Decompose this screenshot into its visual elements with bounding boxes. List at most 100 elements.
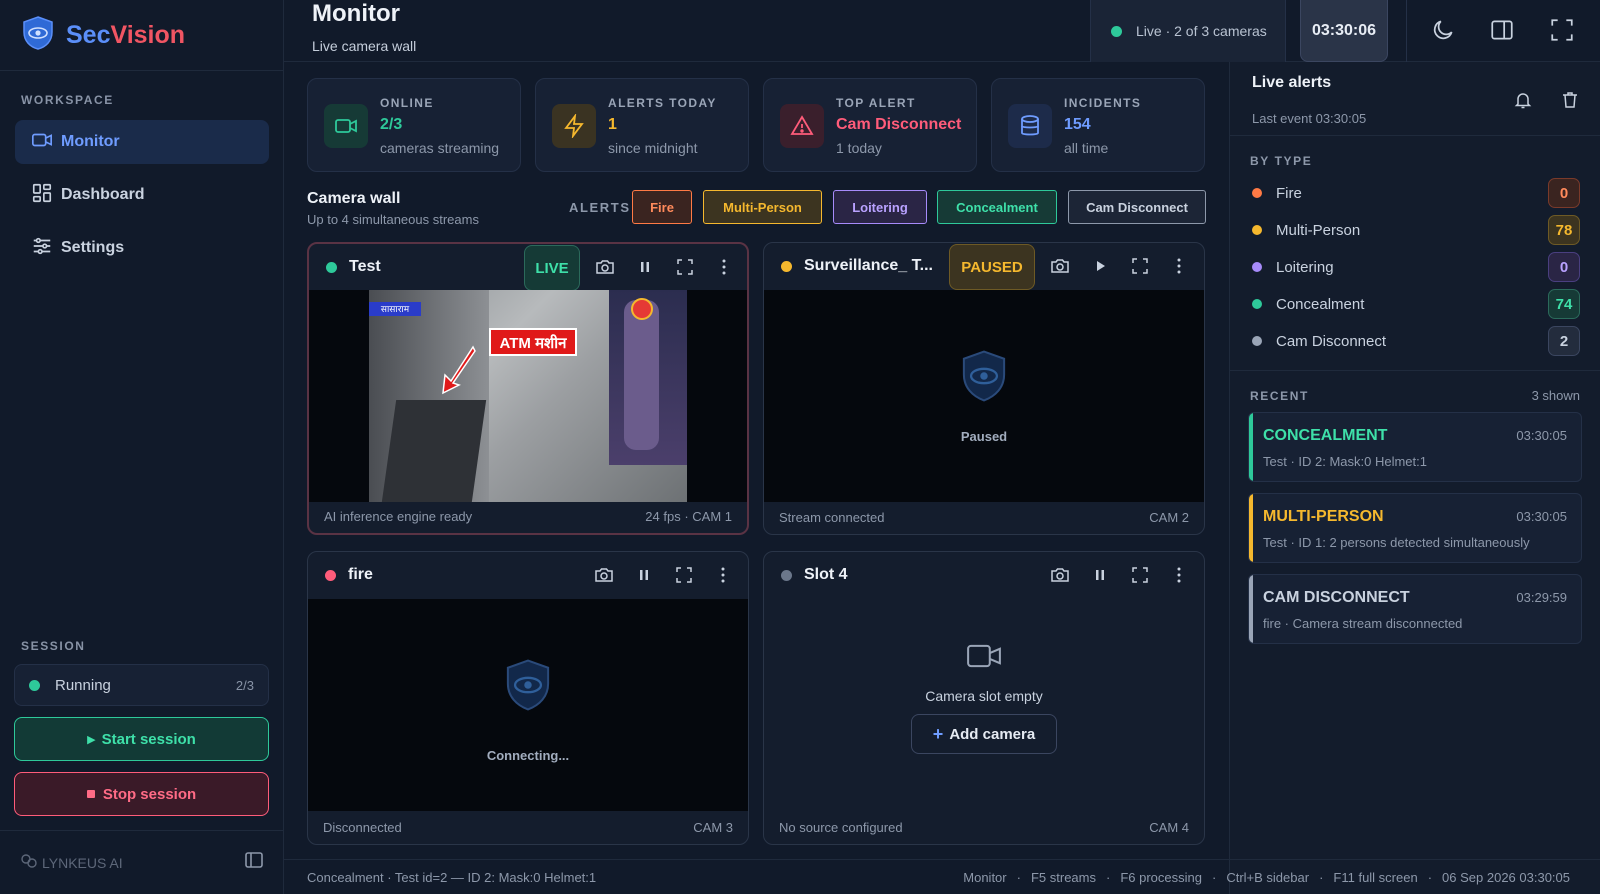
sidebar-item-monitor[interactable]: Monitor — [15, 120, 269, 164]
pause-icon[interactable] — [634, 565, 654, 585]
toggle-panel-button[interactable] — [1489, 17, 1515, 43]
overlay-tag: सासाराम — [369, 302, 421, 316]
theme-toggle[interactable] — [1430, 17, 1456, 43]
tile-header: Test LIVE — [309, 244, 747, 292]
tile-header: Surveillance_ T... PAUSED — [764, 243, 1204, 291]
play-icon[interactable] — [1090, 256, 1110, 276]
session-count: 2/3 — [235, 677, 254, 693]
more-icon[interactable] — [1169, 565, 1189, 585]
live-status-text: Live · 2 of 3 cameras — [1136, 23, 1267, 39]
play-icon: ▶ — [87, 733, 96, 746]
sidebar-item-dashboard[interactable]: Dashboard — [15, 173, 269, 217]
brand-name-part-1: Sec — [66, 20, 111, 49]
camera-tile-1[interactable]: Test LIVE सासाराम ATM मशीन AI inference … — [307, 242, 749, 535]
alert-chip-cam-disconnect[interactable]: Cam Disconnect — [1068, 190, 1206, 224]
person-figure — [624, 300, 659, 450]
stat-sub: 1 today — [836, 140, 882, 156]
type-dot — [1252, 225, 1262, 235]
more-icon[interactable] — [713, 565, 733, 585]
type-dot — [1252, 299, 1262, 309]
stop-session-button[interactable]: Stop session — [14, 772, 269, 816]
add-camera-button[interactable]: + Add camera — [911, 714, 1057, 754]
sliders-icon — [31, 235, 61, 262]
expand-icon[interactable] — [674, 565, 694, 585]
alert-title: MULTI-PERSON — [1263, 508, 1384, 525]
type-name: Concealment — [1276, 295, 1365, 313]
bell-icon[interactable] — [1513, 90, 1533, 110]
alert-time: 03:29:59 — [1516, 590, 1567, 605]
alert-desc: Test · ID 1: 2 persons detected simultan… — [1263, 535, 1530, 550]
recent-alert[interactable]: CAM DISCONNECT 03:29:59 fire · Camera st… — [1248, 574, 1582, 644]
alerts-filter-label: ALERTS — [569, 200, 631, 215]
alert-chip-multi-person[interactable]: Multi-Person — [703, 190, 822, 224]
arrow-icon — [442, 345, 476, 395]
separator: · — [1016, 869, 1021, 885]
alert-chip-loitering[interactable]: Loitering — [833, 190, 927, 224]
atm-machine — [381, 400, 487, 502]
type-row-multi-person[interactable]: Multi-Person 78 — [1250, 215, 1580, 245]
type-dot — [1252, 188, 1262, 198]
brand-name: SecVision — [66, 21, 185, 50]
camera-tile-2[interactable]: Surveillance_ T... PAUSED Paused Stream … — [763, 242, 1205, 535]
status-last-event: Concealment · Test id=2 — ID 2: Mask:0 H… — [307, 869, 597, 885]
sidebar-item-settings[interactable]: Settings — [15, 226, 269, 270]
alert-chip-fire[interactable]: Fire — [632, 190, 692, 224]
type-dot — [1252, 262, 1262, 272]
tile-status-dot — [781, 261, 792, 272]
snapshot-icon[interactable] — [1050, 565, 1070, 585]
stat-card-online: ONLINE 2/3 cameras streaming — [307, 78, 521, 172]
pause-icon[interactable] — [635, 257, 655, 277]
header: Monitor Live camera wall Live · 2 of 3 c… — [284, 0, 1600, 62]
by-type-label: BY TYPE — [1250, 154, 1313, 168]
camera-tile-3[interactable]: fire Connecting... Disconnected CAM 3 — [307, 551, 749, 845]
overlay-label: ATM मशीन — [489, 328, 577, 356]
recent-alert[interactable]: CONCEALMENT 03:30:05 Test · ID 2: Mask:0… — [1248, 412, 1582, 482]
empty-slot-text: Camera slot empty — [925, 688, 1043, 704]
alert-chip-concealment[interactable]: Concealment — [937, 190, 1057, 224]
paused-state: Paused — [764, 350, 1204, 444]
video-camera-icon — [966, 643, 1002, 674]
expand-icon[interactable] — [675, 257, 695, 277]
type-row-fire[interactable]: Fire 0 — [1250, 178, 1580, 208]
more-icon[interactable] — [1169, 256, 1189, 276]
header-divider — [1406, 0, 1407, 62]
type-row-concealment[interactable]: Concealment 74 — [1250, 289, 1580, 319]
separator: · — [1105, 869, 1111, 885]
collapse-sidebar-icon[interactable] — [244, 850, 264, 875]
recent-alert[interactable]: MULTI-PERSON 03:30:05 Test · ID 1: 2 per… — [1248, 493, 1582, 563]
last-event: Last event 03:30:05 — [1252, 111, 1367, 126]
snapshot-icon[interactable] — [1050, 256, 1070, 276]
camera-tile-4[interactable]: Slot 4 Camera slot empty + Add camera No… — [763, 551, 1205, 845]
more-icon[interactable] — [714, 257, 734, 277]
snapshot-icon[interactable] — [595, 257, 615, 277]
warning-icon — [780, 104, 824, 148]
alert-color-bar — [1249, 413, 1253, 481]
expand-icon[interactable] — [1130, 565, 1150, 585]
pause-icon[interactable] — [1090, 565, 1110, 585]
trash-icon[interactable] — [1560, 90, 1580, 110]
lightning-icon — [552, 104, 596, 148]
database-icon — [1008, 104, 1052, 148]
start-session-button[interactable]: ▶ Start session — [14, 717, 269, 761]
footer-logo-text: LYNKEUS AI — [42, 854, 123, 871]
type-row-cam-disconnect[interactable]: Cam Disconnect 2 — [1250, 326, 1580, 356]
sidebar-item-label: Dashboard — [61, 186, 145, 203]
stat-value: 1 — [608, 116, 617, 133]
stat-label: INCIDENTS — [1064, 96, 1142, 110]
expand-icon[interactable] — [1130, 256, 1150, 276]
stat-sub: since midnight — [608, 140, 698, 156]
alert-desc: fire · Camera stream disconnected — [1263, 616, 1463, 631]
tile-name: Test — [349, 258, 381, 275]
alert-title: CAM DISCONNECT — [1263, 589, 1410, 606]
stat-card-top-alert: TOP ALERT Cam Disconnect 1 today — [763, 78, 977, 172]
type-count: 0 — [1548, 178, 1580, 208]
brand[interactable]: SecVision — [0, 0, 283, 71]
tile-footer-info: CAM 3 — [693, 820, 733, 835]
fullscreen-button[interactable] — [1549, 17, 1575, 43]
tile-footer-info: 24 fps · CAM 1 — [645, 509, 732, 524]
type-row-loitering[interactable]: Loitering 0 — [1250, 252, 1580, 282]
status-datetime: 06 Sep 2026 03:30:05 — [1442, 869, 1570, 885]
stat-value: 2/3 — [380, 116, 403, 133]
recent-count: 3 shown — [1531, 388, 1580, 403]
snapshot-icon[interactable] — [594, 565, 614, 585]
